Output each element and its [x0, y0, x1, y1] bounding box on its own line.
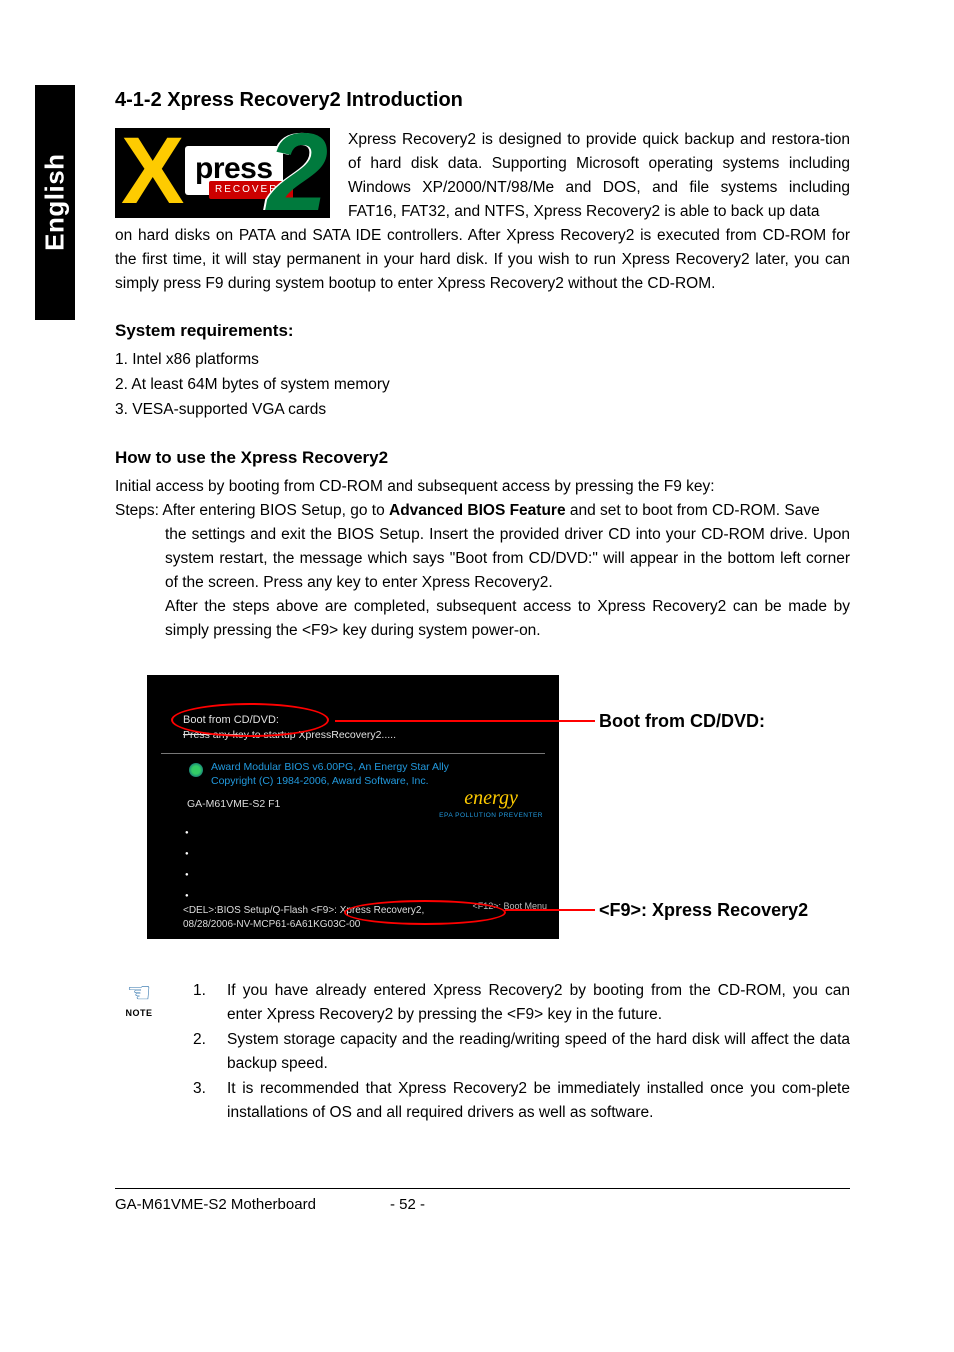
- callout-f9: <F9>: Xpress Recovery2: [599, 897, 808, 925]
- steps-body: the settings and exit the BIOS Setup. In…: [115, 523, 850, 595]
- bios-screenshot: Boot from CD/DVD: Press any key to start…: [147, 675, 559, 939]
- note-text: It is recommended that Xpress Recovery2 …: [227, 1080, 850, 1121]
- callout-line-f9: [505, 909, 595, 911]
- xpress-recovery2-logo: X press RECOVERY 2: [115, 128, 330, 218]
- section-heading: 4-1-2 Xpress Recovery2 Introduction: [115, 85, 850, 116]
- note-hand-icon: ☜: [115, 979, 163, 1007]
- bios-divider: [161, 753, 545, 754]
- note-section: ☜ NOTE 1. If you have already entered Xp…: [115, 979, 850, 1125]
- note-text: If you have already entered Xpress Recov…: [227, 982, 850, 1023]
- steps-suffix: and set to boot from CD-ROM. Save: [566, 502, 820, 519]
- steps-line1: Steps: After entering BIOS Setup, go to …: [115, 499, 850, 523]
- energy-logo-text: energy: [464, 787, 518, 809]
- footer-model: GA-M61VME-S2 Motherboard: [115, 1196, 316, 1213]
- note-num: 1.: [193, 979, 206, 1003]
- footer-page-number: - 52 -: [390, 1193, 425, 1216]
- note-num: 2.: [193, 1028, 206, 1052]
- sysreq-heading: System requirements:: [115, 318, 850, 344]
- callout-boot: Boot from CD/DVD:: [599, 708, 765, 736]
- language-tab: English: [35, 85, 75, 320]
- callout-line-boot: [335, 720, 595, 722]
- intro-paragraph-rest: on hard disks on PATA and SATA IDE contr…: [115, 224, 850, 296]
- note-text: System storage capacity and the reading/…: [227, 1031, 850, 1072]
- sysreq-item: 2. At least 64M bytes of system memory: [115, 373, 850, 398]
- sysreq-list: 1. Intel x86 platforms 2. At least 64M b…: [115, 348, 850, 422]
- language-tab-label: English: [35, 154, 75, 251]
- highlight-ellipse-f9: [344, 900, 506, 925]
- note-icon: ☜ NOTE: [115, 979, 163, 1021]
- bios-date-line: 08/28/2006-NV-MCP61-6A61KG03C-00: [183, 918, 360, 932]
- steps-after: After the steps above are completed, sub…: [115, 595, 850, 643]
- bios-dots: ●●●●: [185, 823, 189, 907]
- bios-model-text: GA-M61VME-S2 F1: [187, 797, 280, 811]
- note-num: 3.: [193, 1077, 206, 1101]
- energy-logo-epa: EPA POLLUTION PREVENTER: [439, 812, 543, 821]
- page-footer: GA-M61VME-S2 Motherboard - 52 -: [115, 1188, 850, 1216]
- howto-heading: How to use the Xpress Recovery2: [115, 445, 850, 471]
- howto-lead: Initial access by booting from CD-ROM an…: [115, 475, 850, 499]
- note-list: 1. If you have already entered Xpress Re…: [193, 979, 850, 1125]
- steps-prefix: Steps: After entering BIOS Setup, go to: [115, 502, 389, 519]
- steps-bold: Advanced BIOS Feature: [389, 502, 566, 519]
- logo-two: 2: [267, 128, 328, 218]
- energy-star-icon: [189, 763, 203, 777]
- note-item: 2. System storage capacity and the readi…: [193, 1028, 850, 1076]
- logo-x-letter: X: [121, 128, 184, 218]
- energy-logo: energy EPA POLLUTION PREVENTER: [439, 785, 543, 821]
- sysreq-item: 3. VESA-supported VGA cards: [115, 398, 850, 423]
- note-label: NOTE: [115, 1007, 163, 1021]
- sysreq-item: 1. Intel x86 platforms: [115, 348, 850, 373]
- page-content: 4-1-2 Xpress Recovery2 Introduction X pr…: [115, 85, 850, 1126]
- note-item: 1. If you have already entered Xpress Re…: [193, 979, 850, 1027]
- bios-award-text: Award Modular BIOS v6.00PG, An Energy St…: [211, 761, 449, 788]
- note-item: 3. It is recommended that Xpress Recover…: [193, 1077, 850, 1125]
- bios-screenshot-wrap: Boot from CD/DVD: Press any key to start…: [115, 675, 850, 965]
